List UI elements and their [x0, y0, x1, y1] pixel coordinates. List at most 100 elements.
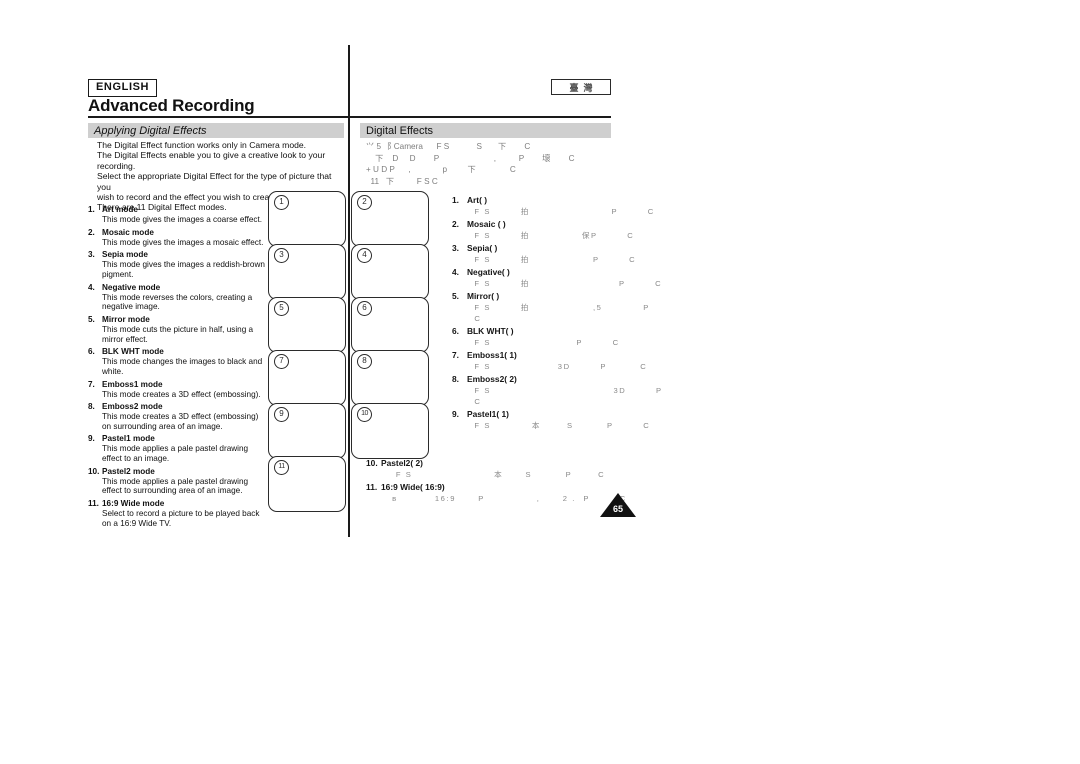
english-mode-name: Mosaic mode [102, 227, 154, 237]
chinese-mode-number: 8. [452, 374, 459, 384]
chinese-mode-item: 9. Pastel1( 1) F S 本 S P C [452, 409, 651, 431]
region-badge-char-2: 灣 [583, 82, 593, 93]
chinese-mode-item: 3. Sepia( ) F S 拍 P C [452, 243, 637, 265]
screenshot-number: 4 [357, 248, 372, 263]
chinese-mode-heading: 6. BLK WHT( ) [452, 326, 612, 337]
chinese-mode-name: 16:9 Wide( 16:9) [381, 482, 445, 492]
screenshot-number: 1 [274, 195, 289, 210]
screenshot-box: 7 [268, 350, 346, 406]
title-rule [88, 116, 611, 118]
chinese-mode-heading: 4. Negative( ) [452, 267, 612, 278]
chinese-mode-heading: 11. 16:9 Wide( 16:9) [366, 482, 612, 493]
english-mode-number: 8. [88, 402, 95, 412]
english-mode-item: 9. Pastel1 mode This mode applies a pale p… [88, 434, 266, 463]
screenshot-box: 5 [268, 297, 346, 353]
chinese-mode-heading: 7. Emboss1( 1) [452, 350, 612, 361]
english-mode-list: 1. Art mode This mode gives the images a c… [88, 205, 266, 531]
chinese-mode-description: F S 本 S P C [467, 421, 651, 430]
chinese-mode-name: Mirror( ) [467, 291, 500, 301]
chinese-mode-description: ʙ 16:9 P , 2 . P C [381, 494, 627, 503]
chinese-mode-number: 4. [452, 267, 459, 277]
english-mode-heading: 10. Pastel2 mode [88, 467, 266, 477]
chinese-intro-line: 下 D D P , P 壞 C [366, 153, 575, 163]
english-mode-name: Art mode [102, 205, 138, 214]
section-bar-english: Applying Digital Effects [88, 123, 344, 138]
language-badge: ENGLISH [88, 79, 158, 97]
english-mode-number: 6. [88, 347, 95, 357]
english-mode-number: 2. [88, 227, 95, 237]
chinese-mode-number: 11. [366, 482, 378, 492]
chinese-mode-description: F S P C [467, 338, 620, 347]
chinese-mode-number: 5. [452, 291, 459, 301]
screenshot-number: 9 [274, 407, 289, 422]
chinese-mode-description: F S 3D P C [474, 386, 663, 406]
english-mode-item: 11. 16:9 Wide mode Select to record a pict… [88, 499, 266, 528]
chinese-mode-number: 7. [452, 350, 459, 360]
english-intro-line: Select the appropriate Digital Effect fo… [97, 171, 332, 192]
section-bar-english-label: Applying Digital Effects [94, 124, 207, 137]
english-mode-description: This mode applies a pale pastel drawing … [102, 476, 249, 496]
english-mode-number: 11. [88, 499, 99, 509]
screenshot-number: 10 [357, 407, 372, 422]
chinese-mode-description: F S 拍 P C [467, 207, 655, 216]
chinese-mode-number: 3. [452, 243, 459, 253]
screenshot-number: 7 [274, 354, 289, 369]
english-mode-description: This mode creates a 3D effect (embossing… [102, 389, 261, 399]
screenshot-box: 9 [268, 403, 346, 459]
chinese-mode-description: F S 拍 ,5 P C [474, 303, 650, 323]
chinese-mode-name: Emboss2( 2) [467, 374, 517, 384]
english-mode-name: Negative mode [102, 282, 161, 292]
chinese-mode-heading: 9. Pastel1( 1) [452, 409, 612, 420]
english-mode-description: This mode gives the images a reddish-bro… [102, 260, 265, 279]
manual-page: ENGLISH 臺 灣 Advanced Recording Applying … [0, 0, 1080, 764]
chinese-mode-number: 10. [366, 458, 378, 468]
chinese-mode-item: 4. Negative( ) F S 拍 P C [452, 267, 663, 289]
english-mode-item: 8. Emboss2 mode This mode creates a 3D eff… [88, 402, 266, 431]
chinese-mode-description: F S 拍 P C [467, 279, 663, 288]
screenshot-number: 3 [274, 248, 289, 263]
chinese-mode-item: 8. Emboss2( 2) F S 3D P C [452, 374, 663, 407]
chinese-intro: ⺍ 5 ⻏ Camera F S S 下 C 下 D D P , P 壞 C + … [366, 141, 612, 189]
english-mode-description: This mode gives the images a mosaic effe… [102, 237, 264, 247]
screenshot-number: 6 [357, 301, 372, 316]
english-mode-description: This mode creates a 3D effect (embossing… [102, 412, 259, 431]
chinese-mode-heading: 5. Mirror( ) [452, 291, 612, 302]
english-mode-heading: 5. Mirror mode [88, 315, 266, 325]
english-mode-description: Select to record a picture to be played … [102, 509, 260, 528]
screenshot-box: 4 [351, 244, 429, 300]
chinese-intro-line: ⺍ 5 ⻏ Camera F S S 下 C [366, 142, 531, 151]
section-bar-chinese: Digital Effects [360, 123, 611, 138]
chinese-intro-line: + U D P , p 下 C [366, 165, 516, 174]
english-mode-item: 6. BLK WHT mode This mode changes the imag… [88, 347, 266, 376]
english-intro-line: The Digital Effects enable you to give a… [97, 150, 326, 161]
english-mode-number: 9. [88, 434, 95, 444]
english-mode-heading: 7. Emboss1 mode [88, 380, 266, 390]
chapter-title: Advanced Recording [88, 96, 255, 115]
english-mode-item: 1. Art mode This mode gives the images a c… [88, 205, 266, 225]
screenshot-box: 1 [268, 191, 346, 247]
chinese-mode-description: F S 拍 P C [467, 255, 637, 264]
english-mode-heading: 1. Art mode [88, 205, 266, 215]
chinese-mode-name: Art( ) [467, 195, 488, 205]
english-mode-item: 2. Mosaic mode This mode gives the images … [88, 228, 266, 248]
chinese-mode-description: F S 本 S P C [381, 470, 606, 479]
chinese-mode-item: 1. Art( ) F S 拍 P C [452, 195, 655, 217]
region-badge-char-1: 臺 [569, 82, 579, 93]
column-divider [348, 45, 350, 537]
english-mode-number: 1. [88, 205, 95, 214]
english-intro-line: The Digital Effect function works only i… [97, 140, 307, 150]
english-mode-name: BLK WHT mode [102, 347, 164, 357]
english-mode-heading: 2. Mosaic mode [88, 228, 266, 238]
english-mode-name: Pastel1 mode [102, 434, 155, 444]
section-bar-chinese-label: Digital Effects [366, 124, 434, 137]
chinese-mode-heading: 10. Pastel2( 2) [366, 458, 612, 469]
english-mode-number: 7. [88, 379, 95, 389]
english-mode-heading: 4. Negative mode [88, 283, 266, 293]
english-mode-item: 4. Negative mode This mode reverses the co… [88, 283, 266, 312]
chinese-mode-item-lower: 11. 16:9 Wide( 16:9) ʙ 16:9 P , 2 . P C [366, 482, 627, 504]
screenshot-box: 11 [268, 456, 346, 512]
english-mode-name: Emboss1 mode [102, 379, 163, 389]
screenshot-number: 2 [357, 195, 372, 210]
english-mode-number: 4. [88, 282, 95, 292]
screenshot-box: 3 [268, 244, 346, 300]
